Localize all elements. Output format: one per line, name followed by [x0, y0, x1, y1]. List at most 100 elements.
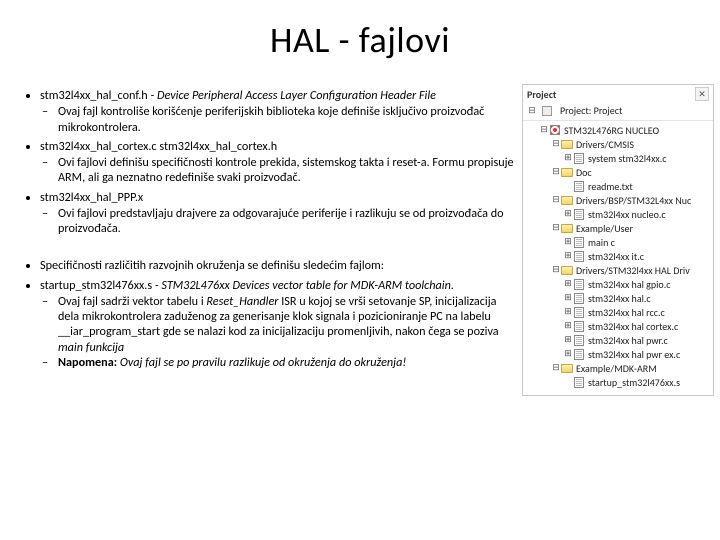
- panel-tab-project[interactable]: Project: [527, 88, 556, 101]
- root-label: Project: Project: [560, 104, 622, 117]
- slide-body: stm32l4xx_hal_conf.h - Device Peripheral…: [18, 88, 518, 374]
- panel-root-row[interactable]: ⊟ Project: Project: [523, 101, 713, 121]
- tree-label: stm32l4xx hal.c: [588, 292, 651, 305]
- tree-row[interactable]: ⊟ Doc: [527, 165, 711, 179]
- sub-bullet: Ovi fajlovi predstavljaju drajvere za od…: [58, 206, 518, 237]
- tree-label: readme.txt: [588, 180, 633, 193]
- bullet-1: stm32l4xx_hal_conf.h - Device Peripheral…: [40, 88, 518, 135]
- expander-icon[interactable]: ⊞: [563, 293, 573, 303]
- sub-bullet: Napomena: Ovaj fajl se po pravilu razlik…: [58, 355, 518, 370]
- tree-row[interactable]: ⊞ stm32l4xx hal pwr ex.c: [527, 347, 711, 361]
- folder-icon: [561, 222, 573, 234]
- tree-label: stm32l4xx hal rcc.c: [588, 306, 665, 319]
- expander-icon[interactable]: ⊟: [539, 125, 549, 135]
- file-name: stm32l4xx_hal_cortex.c stm32l4xx_hal_cor…: [40, 139, 277, 154]
- expander-icon[interactable]: ⊟: [527, 106, 537, 116]
- tree-row[interactable]: ⊞ stm32l4xx hal cortex.c: [527, 319, 711, 333]
- tree-row[interactable]: ⊟ Drivers/STM32l4xx HAL Driv: [527, 263, 711, 277]
- file-icon: [573, 376, 585, 388]
- expander-icon[interactable]: ⊟: [551, 167, 561, 177]
- sub-bullet: Ovaj fajl sadrži vektor tabelu i Reset_H…: [58, 294, 518, 355]
- expander-icon[interactable]: ⊞: [563, 349, 573, 359]
- tree-label: STM32L476RG NUCLEO: [564, 124, 659, 137]
- tree-row[interactable]: ⊟ Drivers/CMSIS: [527, 137, 711, 151]
- file-icon: [573, 250, 585, 262]
- tree-label: startup_stm32l476xx.s: [588, 376, 680, 389]
- tree-row[interactable]: readme.txt: [527, 179, 711, 193]
- tree-row[interactable]: ⊞ system stm32l4xx.c: [527, 151, 711, 165]
- expander-icon[interactable]: ⊞: [563, 279, 573, 289]
- bullet-2: stm32l4xx_hal_cortex.c stm32l4xx_hal_cor…: [40, 139, 518, 186]
- tree-row[interactable]: ⊟ Example/MDK-ARM: [527, 361, 711, 375]
- folder-icon: [561, 194, 573, 206]
- file-icon: [573, 292, 585, 304]
- expander-icon[interactable]: ⊟: [551, 265, 561, 275]
- expander-icon[interactable]: ⊞: [563, 307, 573, 317]
- file-name: startup_stm32l476xx.s: [40, 278, 152, 293]
- file-icon: [573, 208, 585, 220]
- bullet-5: startup_stm32l476xx.s - STM32L476xx Devi…: [40, 278, 518, 371]
- target-icon: [549, 124, 561, 136]
- expander-icon[interactable]: ⊟: [551, 363, 561, 373]
- folder-icon: [561, 138, 573, 150]
- tree-label: stm32l4xx hal cortex.c: [588, 320, 678, 333]
- expander-icon[interactable]: ⊞: [563, 251, 573, 261]
- tree-label: stm32l4xx hal gpio.c: [588, 278, 670, 291]
- file-icon: [573, 334, 585, 346]
- tree-row[interactable]: ⊟ Drivers/BSP/STM32L4xx Nuc: [527, 193, 711, 207]
- project-panel: Project ✕ ⊟ Project: Project ⊟STM32L476R…: [522, 84, 714, 396]
- tree-label: stm32l4xx hal pwr.c: [588, 334, 668, 347]
- tree-label: stm32l4xx nucleo.c: [588, 208, 666, 221]
- tree-label: Drivers/STM32l4xx HAL Driv: [576, 264, 690, 277]
- tree-row[interactable]: ⊞ stm32l4xx nucleo.c: [527, 207, 711, 221]
- file-name: stm32l4xx_hal_conf.h: [40, 88, 148, 103]
- bullet-3: stm32l4xx_hal_PPP.x Ovi fajlovi predstav…: [40, 190, 518, 237]
- file-icon: [573, 236, 585, 248]
- file-icon: [573, 152, 585, 164]
- file-name: stm32l4xx_hal_PPP.x: [40, 190, 143, 205]
- tree-row[interactable]: ⊞ stm32l4xx it.c: [527, 249, 711, 263]
- expander-icon[interactable]: ⊟: [551, 139, 561, 149]
- tree-row[interactable]: ⊞ stm32l4xx hal rcc.c: [527, 305, 711, 319]
- expander-icon[interactable]: ⊞: [563, 321, 573, 331]
- expander-icon[interactable]: ⊟: [551, 195, 561, 205]
- tree-label: main c: [588, 236, 615, 249]
- expander-icon[interactable]: ⊞: [563, 335, 573, 345]
- tree-label: stm32l4xx hal pwr ex.c: [588, 348, 680, 361]
- slide: HAL - fajlovi stm32l4xx_hal_conf.h - Dev…: [0, 0, 720, 540]
- file-icon: [573, 320, 585, 332]
- tree-label: stm32l4xx it.c: [588, 250, 644, 263]
- tree-row[interactable]: ⊞ stm32l4xx hal pwr.c: [527, 333, 711, 347]
- sub-bullet: Ovi fajlovi definišu specifičnosti kontr…: [58, 155, 518, 186]
- workspace-icon: [541, 105, 553, 117]
- file-desc: - STM32L476xx Devices vector table for M…: [155, 278, 454, 293]
- tree-label: Drivers/CMSIS: [576, 138, 634, 151]
- expander-icon[interactable]: ⊞: [563, 209, 573, 219]
- tree-row[interactable]: ⊟ STM32L476RG NUCLEO: [527, 123, 711, 137]
- folder-icon: [561, 166, 573, 178]
- slide-title: HAL - fajlovi: [0, 0, 720, 62]
- file-icon: [573, 348, 585, 360]
- file-icon: [573, 306, 585, 318]
- file-icon: [573, 180, 585, 192]
- folder-icon: [561, 264, 573, 276]
- expander-icon[interactable]: ⊞: [563, 153, 573, 163]
- folder-icon: [561, 362, 573, 374]
- tree-row[interactable]: ⊞ main c: [527, 235, 711, 249]
- tree-row[interactable]: ⊞ stm32l4xx hal.c: [527, 291, 711, 305]
- tree-row[interactable]: startup_stm32l476xx.s: [527, 375, 711, 389]
- file-icon: [573, 278, 585, 290]
- tree-label: Doc: [576, 166, 592, 179]
- tree-row[interactable]: ⊟Example/User: [527, 221, 711, 235]
- expander-icon[interactable]: ⊟: [551, 223, 561, 233]
- expander-icon[interactable]: ⊞: [563, 237, 573, 247]
- sub-bullet: Ovaj fajl kontroliše korišćenje periferi…: [58, 104, 518, 135]
- tree-label: Example/MDK-ARM: [576, 362, 657, 375]
- tree-label: Drivers/BSP/STM32L4xx Nuc: [576, 194, 691, 207]
- panel-tabstrip: Project ✕: [523, 85, 713, 101]
- project-tree: ⊟STM32L476RG NUCLEO⊟Drivers/CMSIS⊞system…: [523, 121, 713, 395]
- tree-row[interactable]: ⊞ stm32l4xx hal gpio.c: [527, 277, 711, 291]
- file-desc: - Device Peripheral Access Layer Configu…: [150, 88, 435, 103]
- close-icon[interactable]: ✕: [695, 87, 709, 101]
- tree-label: system stm32l4xx.c: [588, 152, 666, 165]
